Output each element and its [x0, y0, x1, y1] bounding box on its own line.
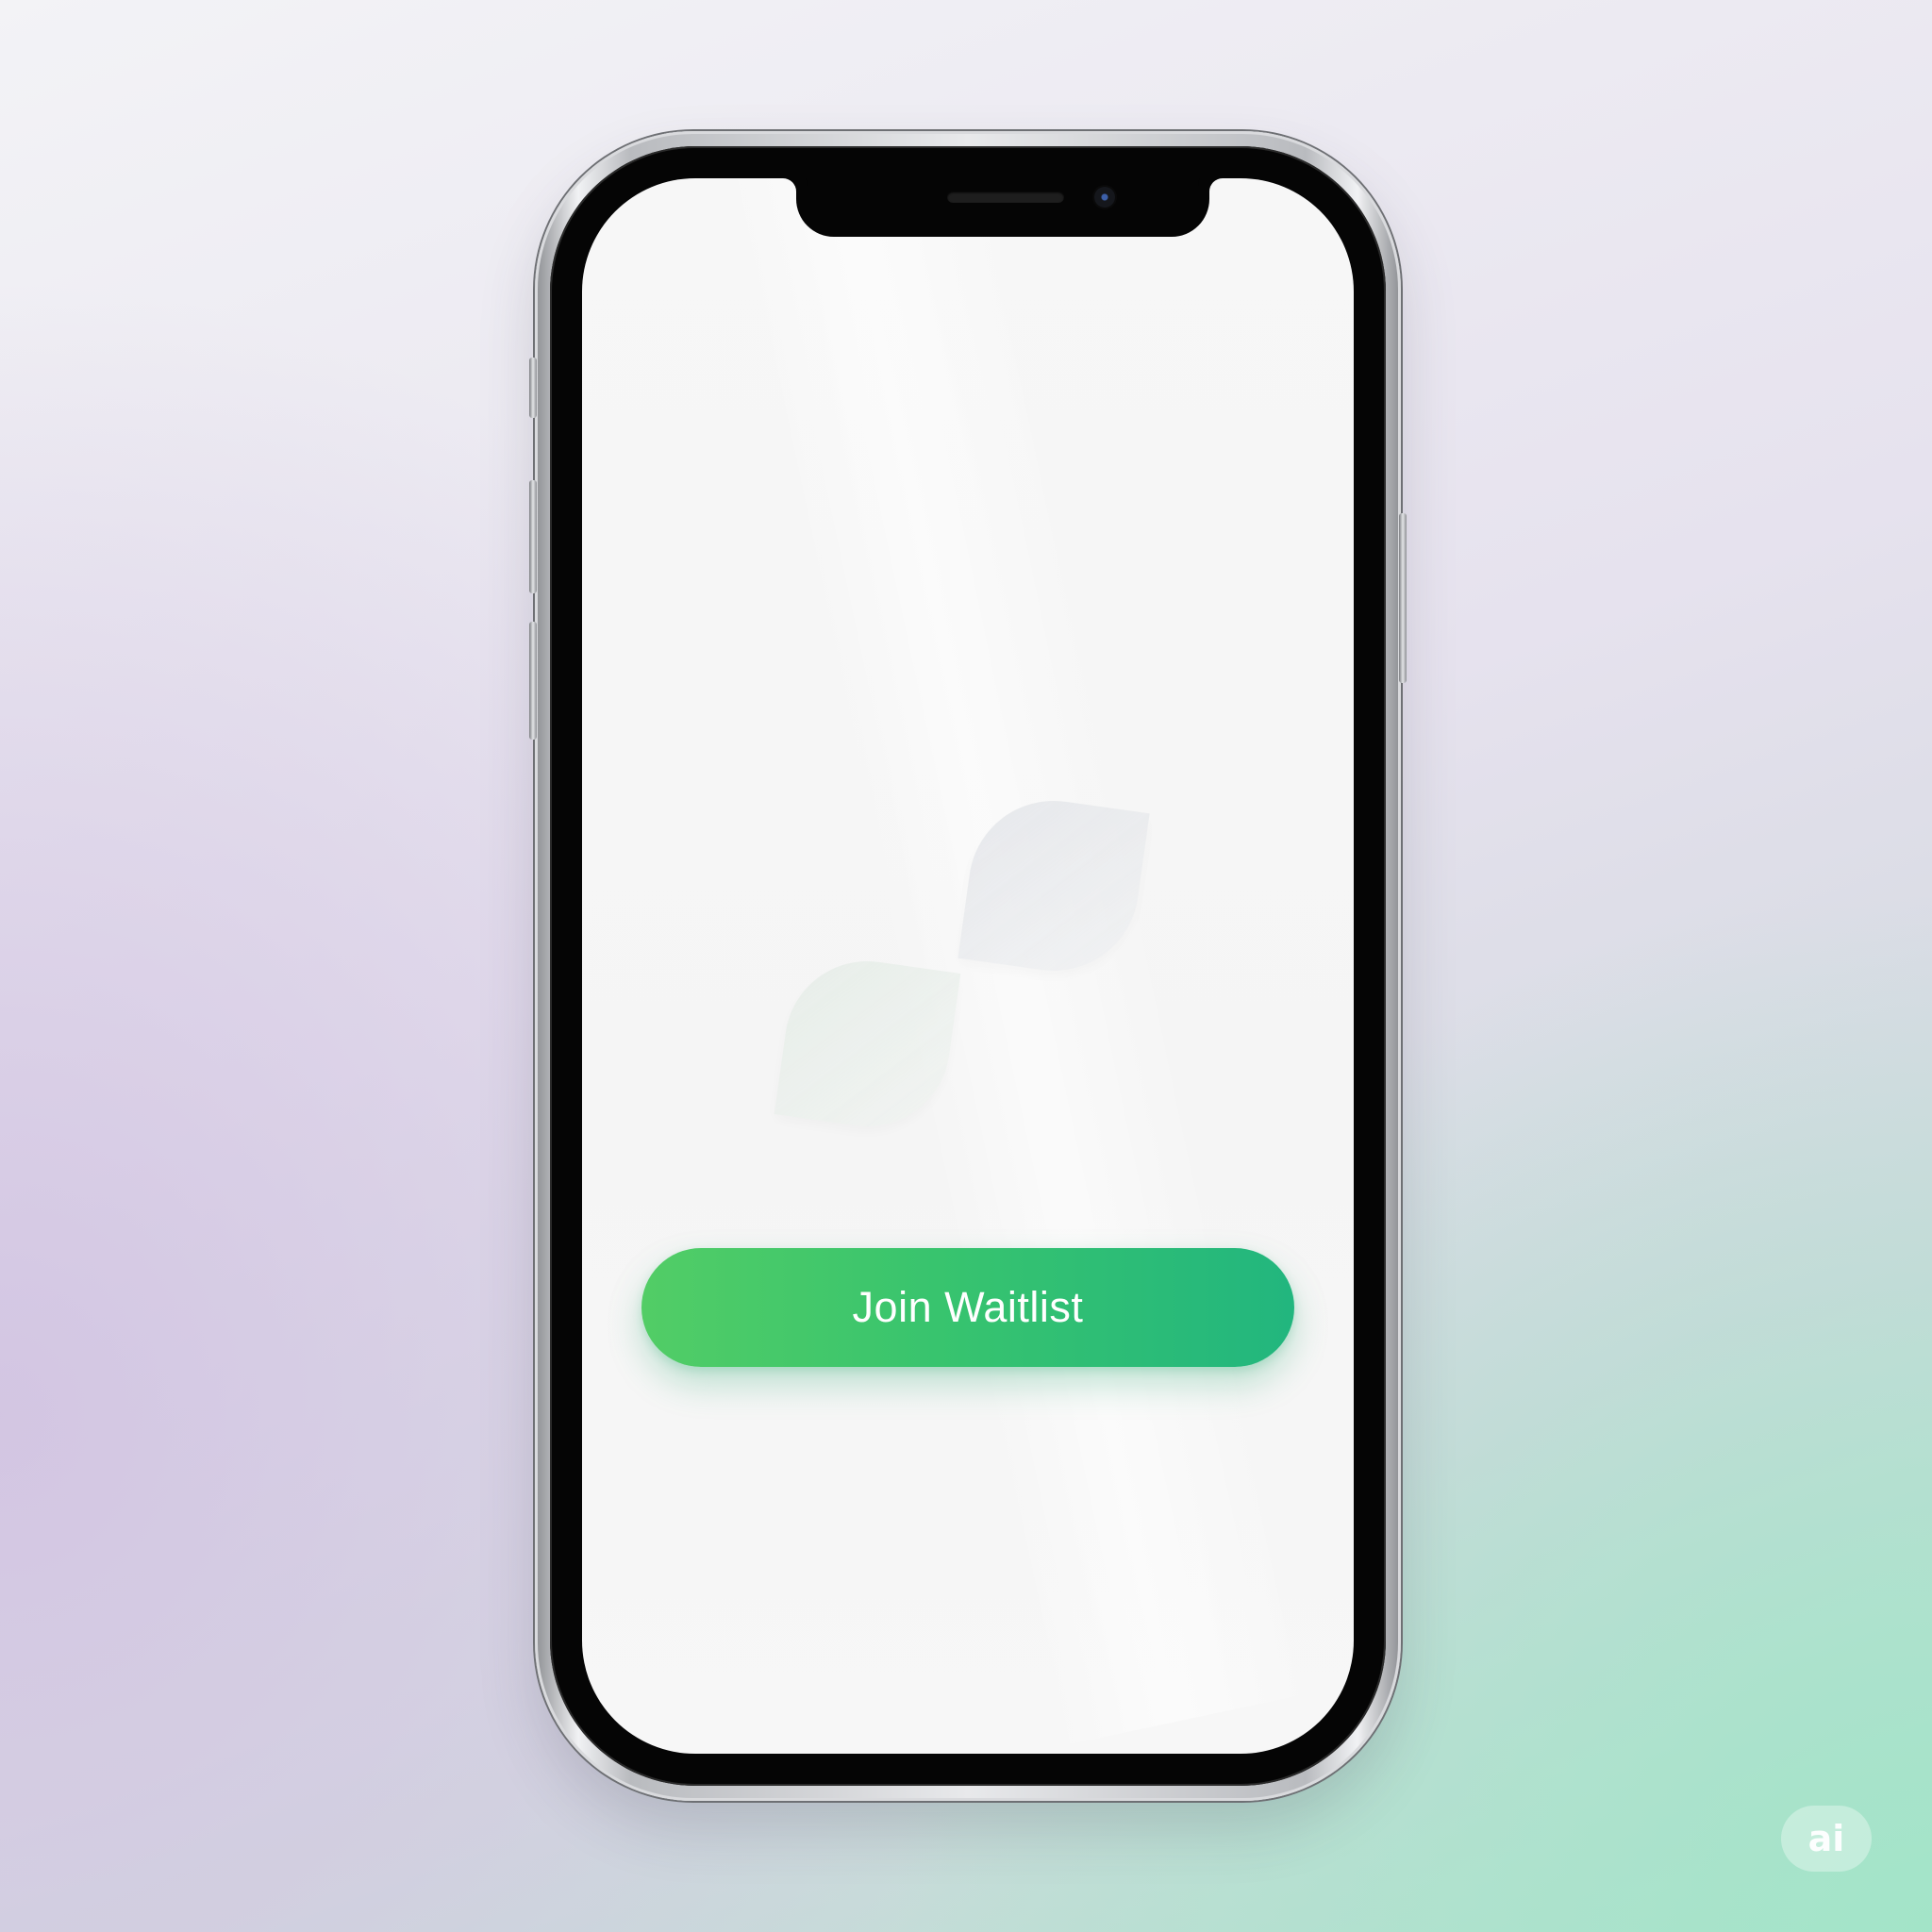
phone-frame: Join Waitlist [529, 131, 1407, 1801]
ai-badge: ai [1781, 1806, 1872, 1872]
phone-screen: Join Waitlist [582, 178, 1354, 1754]
camera-icon [1094, 187, 1115, 208]
volume-up-button [529, 480, 537, 593]
leaf-icon [774, 950, 961, 1138]
power-button [1399, 513, 1407, 683]
leaf-icon [958, 790, 1150, 982]
silent-switch [529, 358, 537, 418]
phone-bezel: Join Waitlist [550, 146, 1386, 1786]
volume-down-button [529, 622, 537, 740]
notch [796, 178, 1209, 237]
join-waitlist-button[interactable]: Join Waitlist [641, 1248, 1294, 1367]
speaker-grille [947, 192, 1064, 203]
